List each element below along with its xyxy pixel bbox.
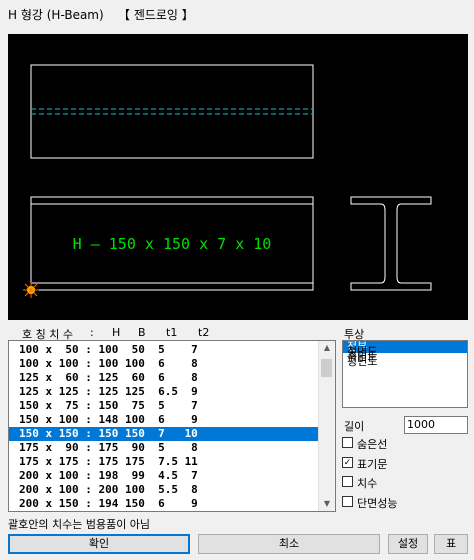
size-list-row[interactable]: 150 x 100 : 148 100 6 9: [9, 413, 320, 427]
dimension-check[interactable]: [342, 476, 353, 487]
ok-button[interactable]: 확인: [8, 534, 190, 554]
header-t1: t1: [166, 326, 178, 339]
top-view-outline: [30, 64, 314, 159]
header-colon: :: [90, 326, 94, 339]
size-list-row[interactable]: 125 x 60 : 125 60 6 8: [9, 371, 320, 385]
header-t2: t2: [198, 326, 210, 339]
size-list-row[interactable]: 200 x 100 : 200 100 5.5 8: [9, 483, 320, 497]
size-list-row[interactable]: 175 x 90 : 175 90 5 8: [9, 441, 320, 455]
app-subtitle: 【 젠드로잉 】: [118, 8, 194, 22]
size-list-row[interactable]: 200 x 150 : 194 150 6 9: [9, 497, 320, 511]
table-button[interactable]: 표: [434, 534, 468, 554]
hidden-line-check[interactable]: [342, 437, 353, 448]
annotation-check[interactable]: ✓: [342, 457, 353, 468]
window-title: H 형강 (H-Beam): [8, 8, 104, 22]
size-list-scrollbar[interactable]: ▲ ▼: [318, 341, 335, 511]
annotation-label: 표기문: [357, 458, 388, 471]
size-list-row[interactable]: 125 x 125 : 125 125 6.5 9: [9, 385, 320, 399]
scroll-up-icon[interactable]: ▲: [319, 341, 335, 355]
size-list-row[interactable]: 150 x 150 : 150 150 7 10: [9, 427, 320, 441]
size-list-row[interactable]: 100 x 100 : 100 100 6 8: [9, 357, 320, 371]
section-label: H – 150 x 150 x 7 x 10: [73, 235, 272, 253]
settings-button[interactable]: 설정: [388, 534, 428, 554]
header-h: H: [112, 326, 121, 339]
section-property-label: 단면성능: [357, 497, 398, 510]
size-list-row[interactable]: 175 x 175 : 175 175 7.5 11: [9, 455, 320, 469]
drawing-preview: H – 150 x 150 x 7 x 10: [8, 34, 468, 320]
projection-item-plan[interactable]: 평면도: [343, 356, 467, 368]
h-section-profile: [350, 196, 432, 291]
size-list-row[interactable]: 100 x 50 : 100 50 5 7: [9, 343, 320, 357]
header-b: B: [138, 326, 146, 339]
hidden-line-label: 숨은선: [357, 438, 388, 451]
scroll-down-icon[interactable]: ▼: [319, 497, 335, 511]
origin-marker-icon: [23, 282, 39, 298]
length-input[interactable]: 1000: [404, 416, 468, 434]
cancel-button[interactable]: 최소: [198, 534, 380, 554]
size-list-row[interactable]: 150 x 75 : 150 75 5 7: [9, 399, 320, 413]
dimension-label: 치수: [357, 477, 378, 490]
section-property-check[interactable]: [342, 496, 353, 507]
size-list[interactable]: 100 x 50 : 100 50 5 7 100 x 100 : 100 100…: [8, 340, 336, 512]
note-text: 괄호안의 치수는 범용품이 아님: [8, 518, 151, 531]
size-list-row[interactable]: 200 x 100 : 198 99 4.5 7: [9, 469, 320, 483]
drawing-canvas: H – 150 x 150 x 7 x 10: [23, 64, 432, 298]
length-label: 길이: [344, 420, 365, 433]
scroll-thumb[interactable]: [321, 359, 332, 377]
projection-list[interactable]: 전부 정면도 측면도 평면도: [342, 340, 468, 408]
